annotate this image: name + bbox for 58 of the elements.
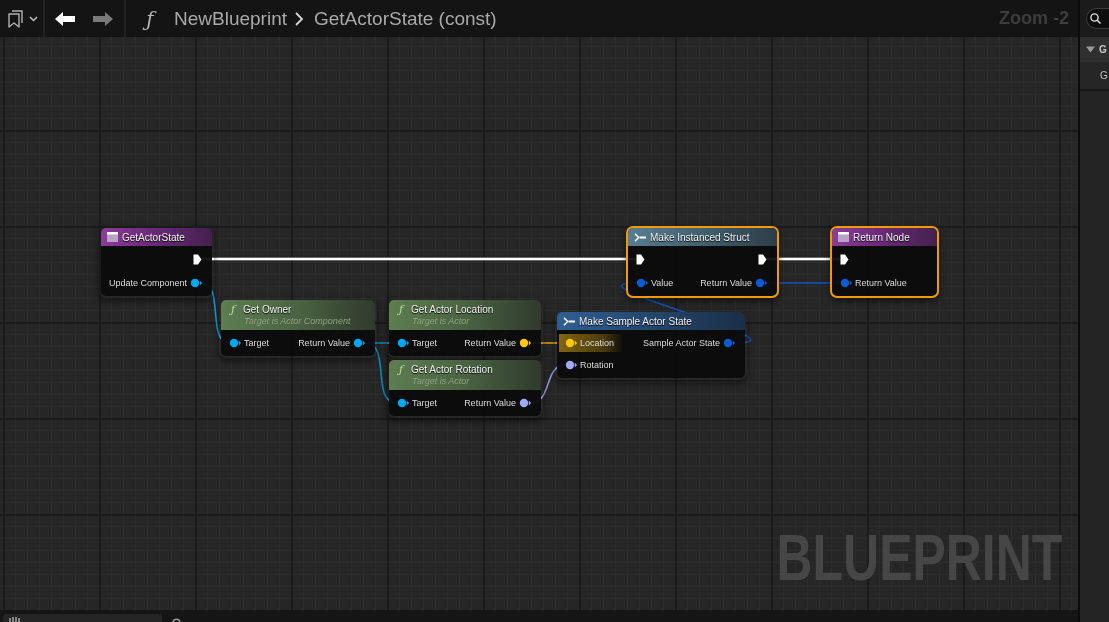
function-icon: ƒ xyxy=(395,303,407,316)
search-field[interactable] xyxy=(1086,8,1109,29)
pin-icon[interactable] xyxy=(190,278,203,288)
node-title: Return Node xyxy=(853,230,910,244)
pin-icon[interactable] xyxy=(565,360,577,370)
node-title: Get Actor Rotation xyxy=(411,363,493,376)
exec-pin-icon[interactable] xyxy=(636,253,645,265)
section-title: G xyxy=(1099,44,1107,55)
function-icon: ƒ xyxy=(227,303,239,316)
pin-label: Target xyxy=(412,398,437,408)
graph-node[interactable]: GetActorState Update Component xyxy=(99,226,215,298)
bookmark-button[interactable] xyxy=(8,7,38,30)
pin-label: Return Value xyxy=(464,338,516,348)
pin-label: Location xyxy=(580,338,615,348)
section-header[interactable]: G xyxy=(1080,37,1109,62)
chevron-bar-icon xyxy=(563,316,575,326)
search-icon xyxy=(1090,13,1101,24)
pin-icon[interactable] xyxy=(353,338,365,348)
function-icon: ƒ xyxy=(140,6,160,31)
node-title: Make Instanced Struct xyxy=(650,230,750,244)
graph-node[interactable]: Make Sample Actor State Location Sample Actor State Rotation xyxy=(555,310,747,380)
window-icon xyxy=(838,232,849,242)
pin-icon[interactable] xyxy=(397,398,409,408)
function-icon: ƒ xyxy=(395,363,407,376)
drawer-tab[interactable] xyxy=(3,614,162,622)
chevron-bar-icon xyxy=(634,232,646,242)
graph-node[interactable]: Return Node Return Value xyxy=(830,226,939,298)
node-title: Get Owner xyxy=(243,303,292,316)
graph-node[interactable]: Make Instanced Struct Value Return Value xyxy=(626,226,779,298)
pin-label: Return Value xyxy=(464,398,516,408)
pin-label: Return Value xyxy=(855,278,907,288)
pin-label: Target xyxy=(244,338,269,348)
bars-icon xyxy=(9,617,20,622)
exec-pin-icon[interactable] xyxy=(193,253,203,265)
window-icon xyxy=(107,232,118,242)
node-title: GetActorState xyxy=(122,230,185,244)
pin-label: Sample Actor State xyxy=(642,338,720,348)
property-label: G xyxy=(1100,70,1108,81)
pin-label: Rotation xyxy=(580,360,614,370)
pin-label: Value xyxy=(651,278,674,288)
pin-icon[interactable] xyxy=(519,398,531,408)
pin-icon[interactable] xyxy=(519,338,531,348)
breadcrumb-item[interactable]: GetActorState (const) xyxy=(314,6,497,31)
node-title: Make Sample Actor State xyxy=(579,314,692,328)
bookmark-icon xyxy=(8,9,23,28)
node-title: Get Actor Location xyxy=(411,303,494,316)
exec-pin-icon[interactable] xyxy=(840,253,849,265)
pin-icon[interactable] xyxy=(229,338,241,348)
caret-icon xyxy=(29,15,38,22)
chevron-right-icon xyxy=(294,10,304,27)
ring-icon xyxy=(172,617,181,622)
pin-label: Return Value xyxy=(700,278,752,288)
pin-icon[interactable] xyxy=(397,338,409,348)
pin-label: Target xyxy=(412,338,437,348)
pin-label: Return Value xyxy=(298,338,350,348)
exec-pin-icon[interactable] xyxy=(758,253,767,265)
pin-label: Update Component xyxy=(109,278,188,288)
breadcrumb-item[interactable]: NewBlueprint xyxy=(174,6,287,31)
